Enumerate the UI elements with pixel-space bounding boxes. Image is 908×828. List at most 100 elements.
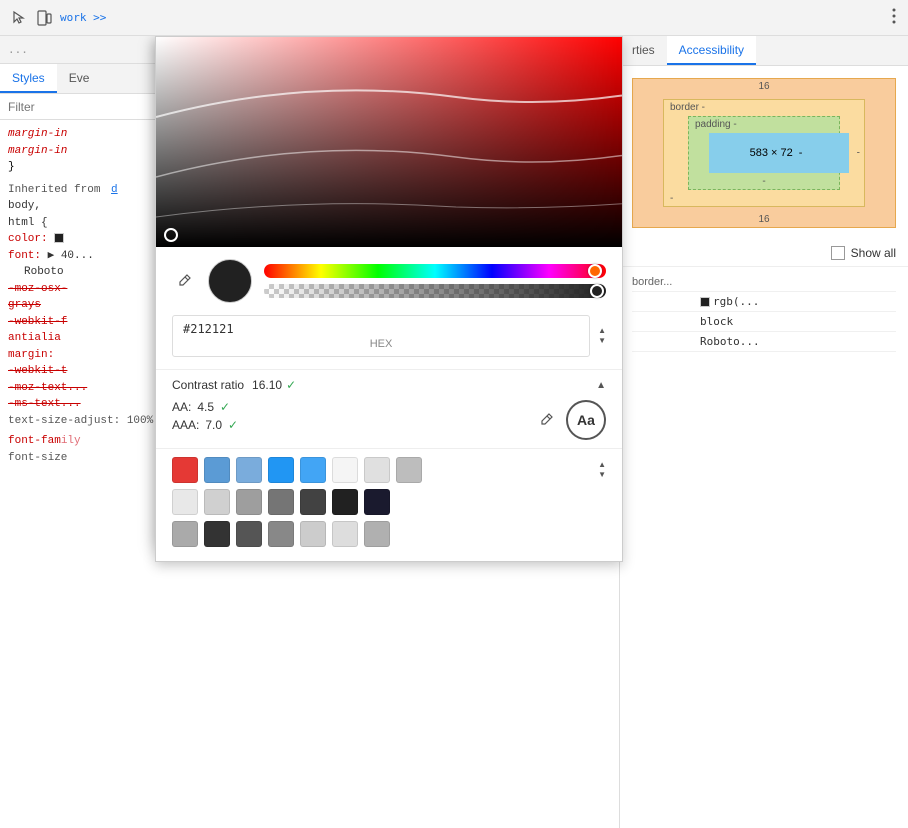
text-size-prop: text-size-adjust: 100%; — [8, 415, 160, 427]
main-controls-row — [172, 259, 606, 303]
margin-prop: margin: — [8, 349, 54, 361]
border-top-label: border - — [670, 102, 705, 113]
computed-properties-list: border... rgb(... block Roboto... — [620, 267, 908, 358]
webkit-t-prop: -webkit-t — [8, 365, 67, 377]
breadcrumb-dots: ... — [8, 43, 28, 56]
swatch-near-black[interactable] — [332, 489, 358, 515]
contrast-section: Contrast ratio 16.10 ✓ ▲ AA: 4.5 ✓ — [156, 369, 622, 448]
device-toolbar-icon[interactable] — [34, 8, 54, 28]
right-panel: rties Accessibility 16 16 border - - pad… — [620, 36, 908, 828]
color-picker: #212121 HEX ▲ ▼ Contrast ratio 16.10 — [155, 36, 623, 562]
html-selector-text: html { — [8, 217, 48, 229]
padding-top-label: padding - — [695, 119, 737, 130]
contrast-aa-line: AA: 4.5 ✓ — [172, 400, 522, 414]
color-swatch-preview[interactable] — [208, 259, 252, 303]
swatch-near-white[interactable] — [332, 457, 358, 483]
chevron-up-icon: ▲ — [596, 380, 606, 391]
ms-text-prop: -ms-text... — [8, 398, 81, 410]
tab-rties[interactable]: rties — [620, 36, 667, 65]
swatch-pale-gray[interactable] — [172, 489, 198, 515]
tab-styles-label: Styles — [12, 71, 45, 85]
contrast-aa-aaa: AA: 4.5 ✓ AAA: 7.0 ✓ — [172, 400, 522, 436]
tab-event-label: Eve — [69, 71, 90, 85]
swatch-dark-gray[interactable] — [268, 489, 294, 515]
tab-accessibility-right[interactable]: Accessibility — [667, 36, 756, 65]
color-dot-display-icon — [700, 297, 710, 307]
tab-event-listeners[interactable]: Eve — [57, 64, 102, 93]
inherited-from-text: Inherited from — [8, 184, 100, 196]
css-margin-in-2: margin-in — [8, 145, 67, 157]
swatch-medium-blue[interactable] — [236, 457, 262, 483]
swatch-very-light[interactable] — [332, 521, 358, 547]
swatch-gray-2[interactable] — [172, 521, 198, 547]
swatch-silver[interactable] — [204, 489, 230, 515]
swatch-medium-gray[interactable] — [236, 489, 262, 515]
swatch-light-gray[interactable] — [364, 457, 390, 483]
font-family-value: ily — [61, 435, 81, 447]
color-value-swatch-icon — [54, 233, 64, 243]
cursor-icon[interactable] — [8, 8, 28, 28]
font-property: font: — [8, 250, 48, 262]
content-dimensions: 583 × 72 — [750, 147, 793, 159]
contrast-eyedropper-button[interactable] — [534, 408, 558, 432]
border-bottom-val: - — [670, 193, 673, 204]
contrast-details: AA: 4.5 ✓ AAA: 7.0 ✓ — [172, 400, 606, 440]
hex-input[interactable]: #212121 — [183, 322, 579, 336]
antialias-prop: antialia — [8, 332, 61, 344]
font-value: ▶ 40... — [48, 250, 94, 262]
margin-bottom-value: 16 — [758, 214, 769, 225]
hex-input-row: #212121 HEX ▲ ▼ — [172, 315, 606, 357]
contrast-actions: Aa — [534, 400, 606, 440]
contrast-check-icon: ✓ — [286, 378, 296, 392]
aa-label: AA: — [172, 400, 191, 414]
swatch-dark-2[interactable] — [204, 521, 230, 547]
show-all-text: Show all — [851, 246, 896, 260]
contrast-aaa-line: AAA: 7.0 ✓ — [172, 418, 522, 432]
computed-display-row: block — [632, 312, 896, 332]
swatch-gray[interactable] — [396, 457, 422, 483]
contrast-header[interactable]: Contrast ratio 16.10 ✓ ▲ — [172, 378, 606, 392]
more-menu-icon[interactable] — [888, 4, 900, 31]
eyedropper-button[interactable] — [172, 269, 196, 293]
color-controls: #212121 HEX ▲ ▼ — [156, 247, 622, 369]
swatch-blue[interactable] — [268, 457, 294, 483]
swatch-muted-gray[interactable] — [364, 521, 390, 547]
aa-value: 4.5 — [197, 400, 214, 414]
inherited-element-link[interactable]: d — [111, 184, 118, 196]
aaa-label: AAA: — [172, 418, 199, 432]
swatch-light-blue[interactable] — [204, 457, 230, 483]
aaa-check-icon: ✓ — [228, 418, 238, 432]
hex-arrows[interactable]: ▲ ▼ — [598, 326, 606, 346]
box-margin-layer: 16 16 border - - padding - 583 × 72 - - — [632, 78, 896, 228]
roboto-text: Roboto — [8, 266, 64, 278]
body-selector-text: body, — [8, 200, 41, 212]
font-family-partial: font-fam — [8, 435, 61, 447]
swatches-section: ▲ ▼ — [156, 448, 622, 561]
hex-input-container: #212121 HEX — [172, 315, 590, 357]
swatches-scroll-arrows[interactable]: ▲ ▼ — [598, 460, 606, 480]
color-gradient[interactable] — [156, 37, 622, 247]
hue-slider[interactable] — [264, 264, 606, 278]
swatches-row-1: ▲ ▼ — [172, 457, 606, 483]
swatch-darker-gray[interactable] — [300, 489, 326, 515]
font-size-prop-partial: font-size — [8, 452, 67, 464]
swatches-row-3 — [172, 521, 606, 547]
show-all-toggle[interactable] — [831, 246, 845, 260]
swatch-light-gray-2[interactable] — [300, 521, 326, 547]
swatch-very-dark[interactable] — [364, 489, 390, 515]
alpha-slider[interactable] — [264, 284, 606, 298]
border-right-val: - — [857, 148, 860, 159]
webkit-f-prop: -webkit-f — [8, 316, 67, 328]
url-display: work >> — [60, 11, 882, 24]
swatch-gray-3[interactable] — [268, 521, 294, 547]
aa-preview-button[interactable]: Aa — [566, 400, 606, 440]
tab-rties-label: rties — [632, 43, 655, 57]
swatch-mid-dark[interactable] — [236, 521, 262, 547]
swatches-row-2 — [172, 489, 606, 515]
tab-styles[interactable]: Styles — [0, 64, 57, 93]
computed-color-value: rgb(... — [700, 295, 759, 308]
swatch-red[interactable] — [172, 457, 198, 483]
moz-osx-prop: -moz-osx- — [8, 283, 67, 295]
box-content-layer: 583 × 72 - — [709, 133, 849, 173]
swatch-light-blue-2[interactable] — [300, 457, 326, 483]
